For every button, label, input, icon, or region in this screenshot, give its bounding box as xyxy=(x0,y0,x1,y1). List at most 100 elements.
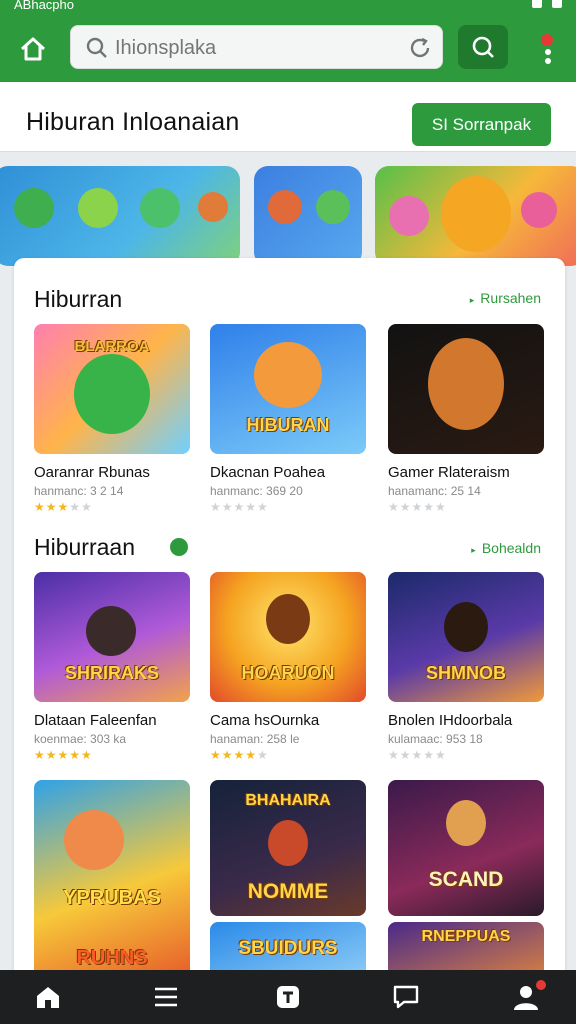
character-illustration xyxy=(64,810,124,870)
live-indicator-dot xyxy=(170,538,188,556)
game-thumbnail xyxy=(388,324,544,454)
section-link-label: Bohealdn xyxy=(481,540,541,556)
character-illustration xyxy=(446,800,486,846)
game-thumbnail: SHRIRAKS xyxy=(34,572,190,702)
chat-icon xyxy=(393,985,419,1009)
monster-illustration xyxy=(140,188,180,228)
game-logo: SCAND xyxy=(428,868,504,891)
star-rating: ★★★★★ xyxy=(388,748,447,762)
game-meta: hanmanc: 3 2 14 xyxy=(34,484,124,498)
store-icon xyxy=(277,986,299,1008)
game-thumbnail: BHAHAIRA NOMME xyxy=(210,780,366,916)
bottom-navigation xyxy=(0,970,576,1024)
signal-icon xyxy=(532,0,542,8)
status-bar: ABhacpho xyxy=(0,0,576,14)
star-rating: ★★★★★ xyxy=(388,500,447,514)
game-tile[interactable]: SCAND xyxy=(388,780,544,916)
star-rating: ★★★★★ xyxy=(34,748,93,762)
game-thumbnail: SHMNOB xyxy=(388,572,544,702)
search-icon xyxy=(86,37,107,58)
monster-illustration xyxy=(198,192,228,222)
notification-badge xyxy=(541,34,553,46)
banner-card[interactable] xyxy=(254,166,362,266)
section-see-all-link[interactable]: ▸ Rursahen xyxy=(470,290,541,306)
game-logo: SHRIRAKS xyxy=(64,663,159,683)
promo-banner-carousel xyxy=(0,152,576,266)
game-logo-subtitle: RUHNS xyxy=(76,947,148,969)
menu-icon xyxy=(155,987,177,1007)
refresh-icon[interactable] xyxy=(408,36,432,60)
star-rating: ★★★★★ xyxy=(210,748,269,762)
game-title: Oaranrar Rbunas xyxy=(34,464,150,481)
section-title: Hiburraan xyxy=(34,534,135,560)
character-illustration xyxy=(254,342,322,408)
game-logo: SBUIDURS xyxy=(238,938,338,959)
search-bar[interactable] xyxy=(70,25,443,69)
game-tile[interactable]: BLARROA Oaranrar Rbunas hanmanc: 3 2 14 … xyxy=(34,324,190,514)
game-tile[interactable]: Gamer Rlateraism hanamanc: 25 14 ★★★★★ xyxy=(388,324,544,514)
game-title: Cama hsOurnka xyxy=(210,712,320,729)
battery-icon xyxy=(552,0,562,8)
game-tile[interactable]: HOARUON Cama hsOurnka hanaman: 258 le ★★… xyxy=(210,572,366,762)
character-illustration xyxy=(444,602,488,652)
character-illustration xyxy=(268,820,308,866)
nav-store[interactable] xyxy=(272,982,304,1012)
profile-badge xyxy=(536,980,546,990)
game-logo: HOARUON xyxy=(241,663,335,683)
game-meta: kulamaac: 953 18 xyxy=(388,732,483,746)
page-header: Hiburan Inloanaian SI Sorranpak xyxy=(0,82,576,152)
character-illustration xyxy=(266,594,310,644)
monster-illustration xyxy=(316,190,350,224)
game-tile[interactable]: SHRIRAKS Dlataan Faleenfan koenmae: 303 … xyxy=(34,572,190,762)
game-meta: hanamanc: 25 14 xyxy=(388,484,481,498)
game-thumbnail: HOARUON xyxy=(210,572,366,702)
game-tile[interactable]: YPRUBAS RUHNS xyxy=(34,780,190,980)
banner-card[interactable] xyxy=(0,166,240,266)
notifications-button[interactable] xyxy=(530,30,566,70)
character-illustration xyxy=(86,606,136,656)
star-rating: ★★★★★ xyxy=(34,500,93,514)
arrow-right-icon: ▸ xyxy=(471,545,476,555)
home-icon xyxy=(37,987,59,1008)
search-input[interactable] xyxy=(115,34,395,62)
game-tile[interactable]: SHMNOB Bnolen IHdoorbala kulamaac: 953 1… xyxy=(388,572,544,762)
bear-illustration xyxy=(441,176,511,252)
arrow-right-icon: ▸ xyxy=(469,295,475,305)
game-meta: hanmanc: 369 20 xyxy=(210,484,303,498)
game-logo-top: BHAHAIRA xyxy=(245,792,331,809)
home-icon xyxy=(20,37,46,61)
nav-chat[interactable] xyxy=(390,982,422,1012)
section-link-label: Rursahen xyxy=(480,290,541,306)
section-title: Hiburran xyxy=(34,286,123,312)
character-illustration xyxy=(428,338,504,430)
game-thumbnail: BLARROA xyxy=(34,324,190,454)
game-title: Bnolen IHdoorbala xyxy=(388,712,513,729)
star-rating: ★★★★★ xyxy=(210,500,269,514)
top-app-bar xyxy=(0,14,576,82)
section-see-all-link[interactable]: ▸ Bohealdn xyxy=(471,540,541,556)
game-logo: NOMME xyxy=(247,880,329,903)
game-logo: SHMNOB xyxy=(426,663,506,683)
scan-search-icon xyxy=(472,36,494,58)
game-meta: koenmae: 303 ka xyxy=(34,732,127,746)
nav-profile[interactable] xyxy=(510,980,546,1012)
nav-menu[interactable] xyxy=(150,982,182,1012)
monster-illustration xyxy=(14,188,54,228)
game-logo: RNEPPUAS xyxy=(421,928,511,945)
character-illustration xyxy=(74,354,150,434)
game-title: Dkacnan Poahea xyxy=(210,464,326,481)
game-meta: hanaman: 258 le xyxy=(210,732,300,746)
game-tile[interactable]: HIBURAN Dkacnan Poahea hanmanc: 369 20 ★… xyxy=(210,324,366,514)
nav-home[interactable] xyxy=(32,982,64,1012)
home-button[interactable] xyxy=(14,32,52,66)
banner-card[interactable] xyxy=(375,166,576,266)
game-title: Gamer Rlateraism xyxy=(388,464,510,481)
game-tile[interactable]: BHAHAIRA NOMME xyxy=(210,780,366,916)
header-cta-button[interactable]: SI Sorranpak xyxy=(412,103,551,146)
status-icons xyxy=(532,0,562,8)
content-card: Hiburran ▸ Rursahen BLARROA Oaranrar Rbun… xyxy=(14,258,565,988)
game-thumbnail: YPRUBAS RUHNS xyxy=(34,780,190,980)
scan-button[interactable] xyxy=(458,25,508,69)
game-logo: BLARROA xyxy=(74,338,150,355)
game-thumbnail: SCAND xyxy=(388,780,544,916)
